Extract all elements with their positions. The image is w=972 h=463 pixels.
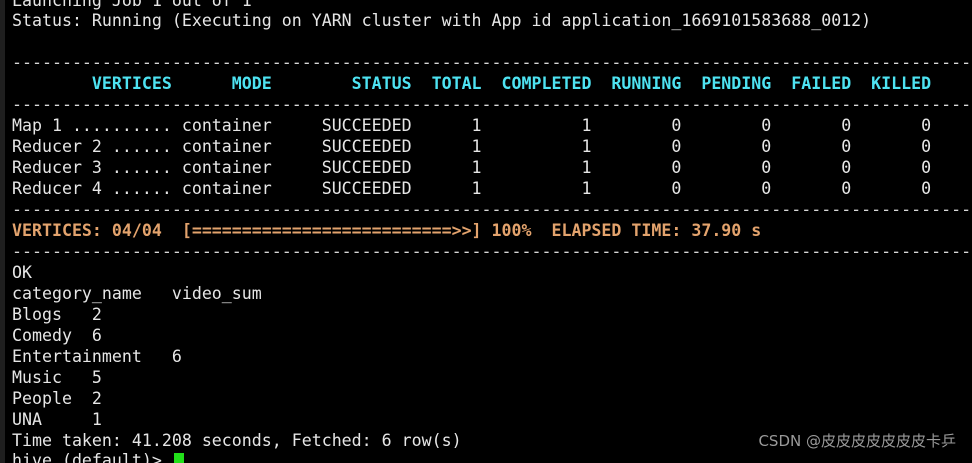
result-row-entertainment: Entertainment 6: [12, 347, 182, 366]
time-taken-line: Time taken: 41.208 seconds, Fetched: 6 r…: [12, 431, 462, 450]
watermark: CSDN @皮皮皮皮皮皮皮卡乒: [758, 432, 956, 450]
status-line: Status: Running (Executing on YARN clust…: [12, 11, 872, 30]
progress-line: VERTICES: 04/04 [=======================…: [12, 221, 762, 240]
vertex-row-reducer-4: Reducer 4 ...... container SUCCEEDED 1 1…: [12, 179, 932, 198]
result-row-people: People 2: [12, 389, 102, 408]
result-row-una: UNA 1: [12, 410, 102, 429]
vertices-header: VERTICES MODE STATUS TOTAL COMPLETED RUN…: [12, 74, 932, 93]
separator-3: ----------------------------------------…: [12, 200, 972, 219]
vertex-row-reducer-3: Reducer 3 ...... container SUCCEEDED 1 1…: [12, 158, 932, 177]
prompt-line[interactable]: hive (default)>: [12, 450, 184, 463]
separator-2: ----------------------------------------…: [12, 95, 972, 114]
prompt-text: hive (default)>: [12, 451, 172, 463]
ok-line: OK: [12, 263, 32, 282]
result-row-comedy: Comedy 6: [12, 326, 102, 345]
separator-1: ----------------------------------------…: [12, 53, 972, 72]
result-row-blogs: Blogs 2: [12, 305, 102, 324]
vertex-row-map-1: Map 1 .......... container SUCCEEDED 1 1…: [12, 116, 932, 135]
result-row-music: Music 5: [12, 368, 102, 387]
cursor-block: [173, 453, 184, 463]
vertex-row-reducer-2: Reducer 2 ...... container SUCCEEDED 1 1…: [12, 137, 932, 156]
result-header: category_name video_sum: [12, 284, 262, 303]
separator-4: ----------------------------------------…: [12, 242, 972, 261]
window-border: [0, 0, 5, 463]
terminal-window[interactable]: Launching Job 1 out of 1 Status: Running…: [0, 0, 972, 463]
